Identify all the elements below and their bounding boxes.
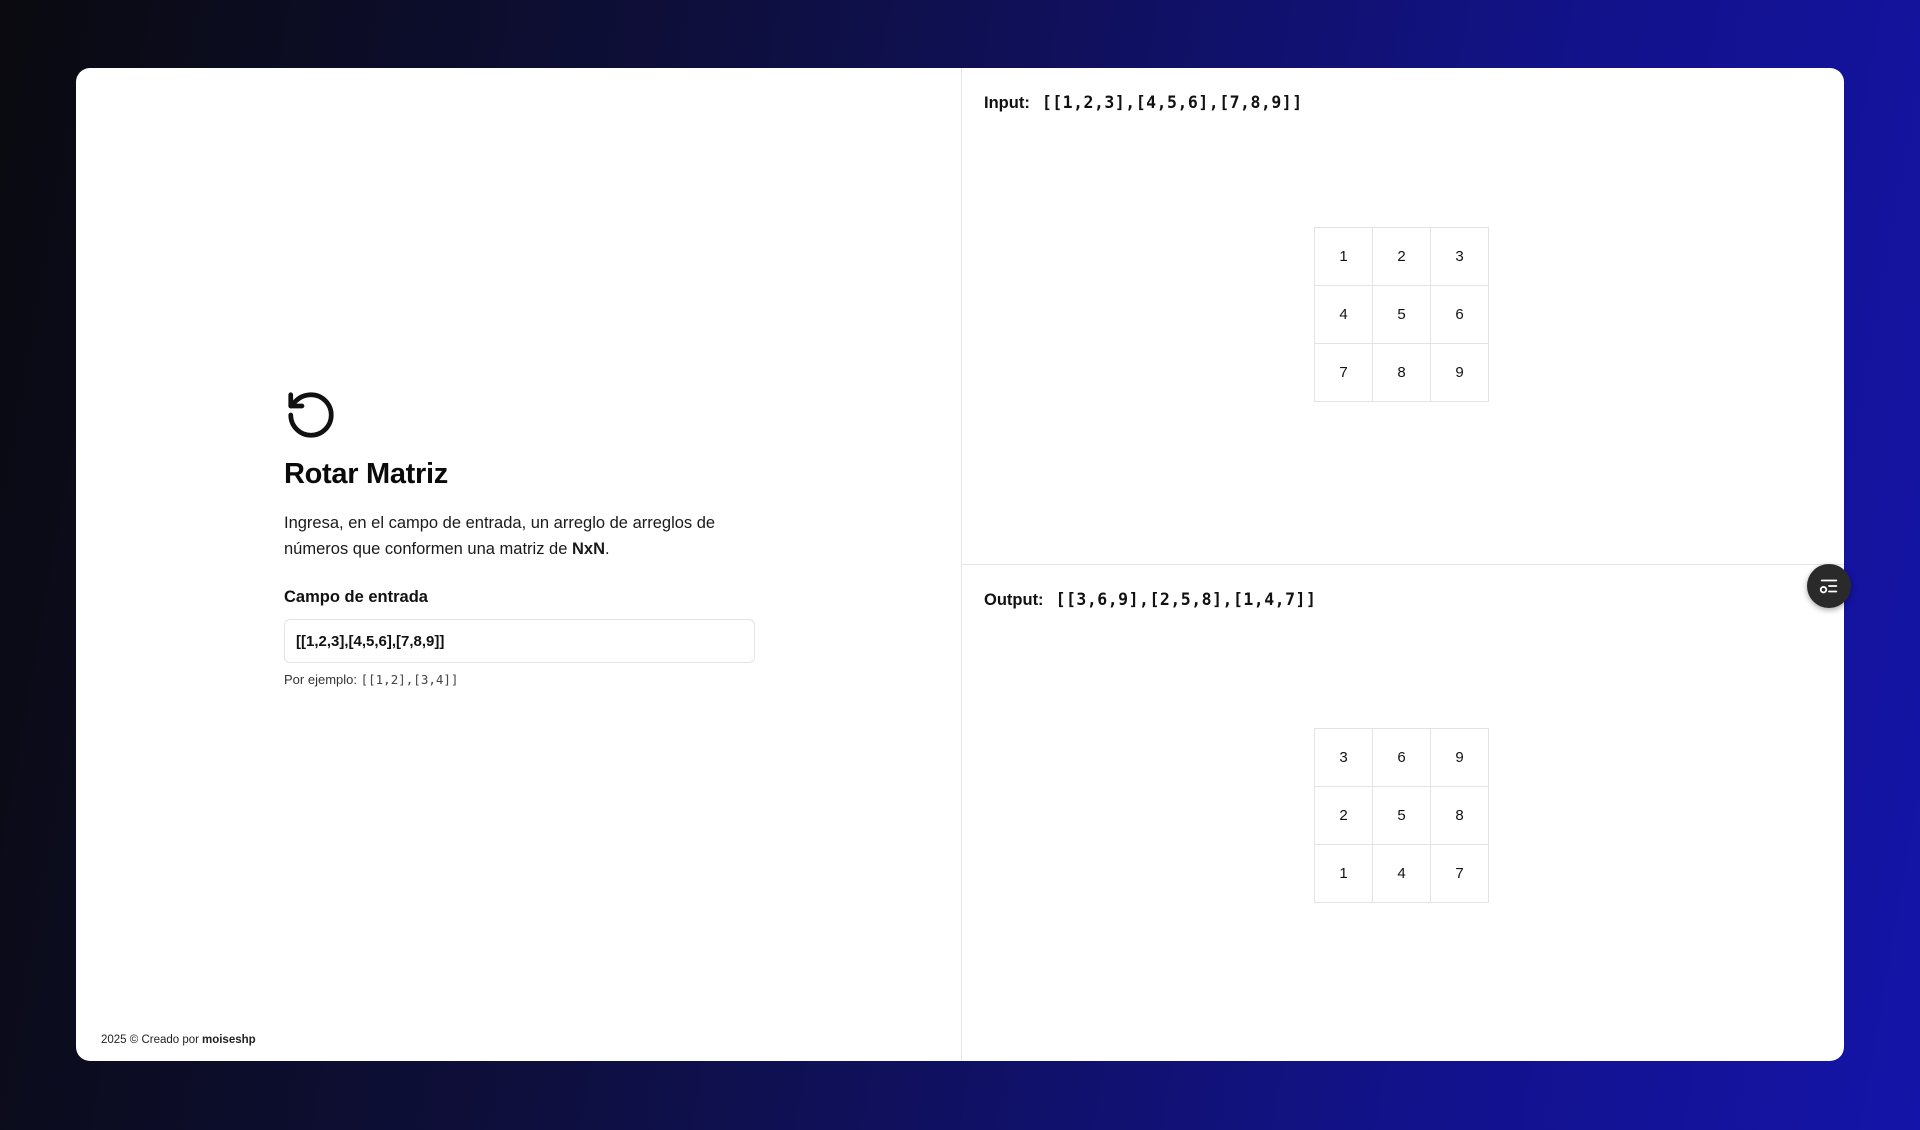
footer-author: moiseshp [201, 1034, 256, 1046]
right-panel: Input: [[1,2,3],[4,5,6],[7,8,9]] 1 2 3 4… [962, 68, 1844, 1061]
description-emphasis: NxN [572, 540, 606, 558]
page-description: Ingresa, en el campo de entrada, un arre… [284, 510, 764, 562]
hint-prefix: Por ejemplo: [284, 672, 357, 687]
page-title: Rotar Matriz [284, 458, 448, 490]
matrix-cell: 4 [1373, 845, 1431, 903]
output-label: Output: [984, 591, 1044, 609]
input-matrix-grid: 1 2 3 4 5 6 7 8 9 [1314, 227, 1489, 402]
matrix-cell: 1 [1315, 845, 1373, 903]
footer-text: 2025 © Creado por [101, 1034, 199, 1046]
matrix-cell: 7 [1431, 845, 1489, 903]
matrix-cell: 3 [1431, 228, 1489, 286]
input-hint: Por ejemplo: [[1,2],[3,4]] [284, 672, 764, 687]
matrix-cell: 6 [1431, 286, 1489, 344]
output-pane: Output: [[3,6,9],[2,5,8],[1,4,7]] 3 6 9 … [962, 565, 1844, 1061]
matrix-cell: 1 [1315, 228, 1373, 286]
main-card: Rotar Matriz Ingresa, en el campo de ent… [76, 68, 1844, 1061]
description-text: Ingresa, en el campo de entrada, un arre… [284, 514, 716, 558]
matrix-cell: 4 [1315, 286, 1373, 344]
matrix-cell: 9 [1431, 729, 1489, 787]
matrix-cell: 2 [1373, 228, 1431, 286]
floating-settings-button[interactable] [1807, 564, 1851, 608]
matrix-cell: 3 [1315, 729, 1373, 787]
input-label: Input: [984, 94, 1030, 112]
input-header: Input: [[1,2,3],[4,5,6],[7,8,9]] [984, 93, 1303, 113]
matrix-cell: 5 [1373, 787, 1431, 845]
output-header: Output: [[3,6,9],[2,5,8],[1,4,7]] [984, 590, 1316, 610]
matrix-cell: 8 [1373, 344, 1431, 402]
footer: 2025 © Creado por moiseshp [101, 1034, 256, 1046]
matrix-cell: 5 [1373, 286, 1431, 344]
matrix-cell: 9 [1431, 344, 1489, 402]
settings-list-icon [1819, 579, 1838, 594]
intro-section: Rotar Matriz Ingresa, en el campo de ent… [284, 388, 764, 687]
matrix-cell: 8 [1431, 787, 1489, 845]
matrix-cell: 7 [1315, 344, 1373, 402]
input-value: [[1,2,3],[4,5,6],[7,8,9]] [1041, 93, 1303, 112]
matrix-cell: 6 [1373, 729, 1431, 787]
hint-example: [[1,2],[3,4]] [360, 672, 459, 687]
rotate-ccw-icon [288, 392, 334, 438]
input-pane: Input: [[1,2,3],[4,5,6],[7,8,9]] 1 2 3 4… [962, 68, 1844, 565]
output-value: [[3,6,9],[2,5,8],[1,4,7]] [1055, 590, 1317, 609]
input-field-label: Campo de entrada [284, 588, 428, 606]
left-panel: Rotar Matriz Ingresa, en el campo de ent… [76, 68, 962, 1061]
output-matrix-grid: 3 6 9 2 5 8 1 4 7 [1314, 728, 1489, 903]
description-end: . [605, 540, 610, 558]
matrix-input[interactable] [284, 619, 755, 663]
matrix-cell: 2 [1315, 787, 1373, 845]
